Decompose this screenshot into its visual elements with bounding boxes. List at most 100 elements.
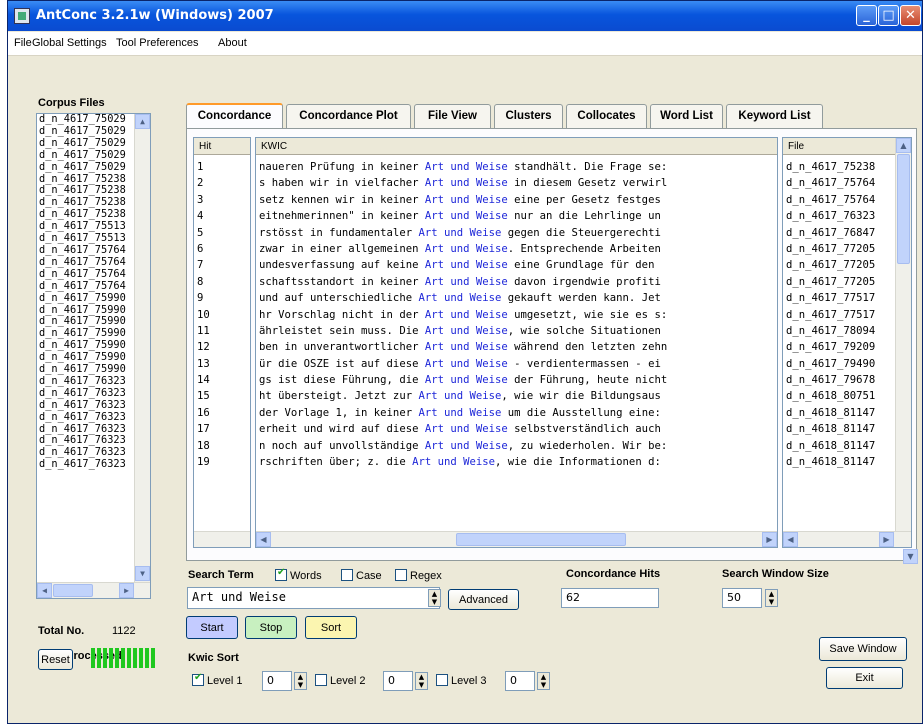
level2-checkbox[interactable] bbox=[315, 674, 327, 686]
table-scroll-up-icon[interactable]: ▲ bbox=[896, 138, 911, 153]
kwic-keyword[interactable]: Art und Weise bbox=[425, 341, 508, 353]
file-cell[interactable]: d_n_4617_79209 bbox=[783, 339, 911, 355]
kwic-line[interactable]: erheit und wird auf diese Art und Weise … bbox=[256, 421, 777, 437]
file-cell[interactable]: d_n_4618_81147 bbox=[783, 438, 911, 454]
level2-spinner[interactable]: ▲ ▼ bbox=[415, 672, 428, 690]
advanced-button[interactable]: Advanced bbox=[448, 589, 519, 610]
kwic-line[interactable]: schaftsstandort in keiner Art und Weise … bbox=[256, 274, 777, 290]
corpus-vertical-scrollbar[interactable]: ▲ ▼ bbox=[134, 114, 150, 582]
words-checkbox[interactable] bbox=[275, 567, 287, 581]
search-term-input[interactable]: Art und Weise bbox=[187, 587, 440, 609]
kwic-keyword[interactable]: Art und Weise bbox=[425, 161, 508, 173]
sort-button[interactable]: Sort bbox=[305, 616, 357, 639]
tab-concordance-plot[interactable]: Concordance Plot bbox=[286, 104, 411, 128]
kwic-line[interactable]: undesverfassung auf keine Art und Weise … bbox=[256, 257, 777, 273]
kwic-line[interactable]: ür die OSZE ist auf diese Art und Weise … bbox=[256, 356, 777, 372]
kwic-line[interactable]: hr Vorschlag nicht in der Art und Weise … bbox=[256, 307, 777, 323]
kwic-line[interactable]: der Vorlage 1, in keiner Art und Weise u… bbox=[256, 405, 777, 421]
table-scroll-thumb[interactable] bbox=[897, 154, 910, 264]
kwic-line[interactable]: setz kennen wir in keiner Art und Weise … bbox=[256, 192, 777, 208]
reset-button[interactable]: Reset bbox=[38, 649, 73, 670]
kwic-keyword[interactable]: Art und Weise bbox=[425, 325, 508, 337]
search-window-size-input[interactable]: 50 bbox=[722, 588, 762, 608]
maximize-button[interactable]: □ bbox=[878, 5, 899, 26]
kwic-keyword[interactable]: Art und Weise bbox=[418, 390, 501, 402]
level1-checkbox[interactable] bbox=[192, 672, 204, 686]
level1-spinner[interactable]: ▲ ▼ bbox=[294, 672, 307, 690]
kwic-keyword[interactable]: Art und Weise bbox=[425, 440, 508, 452]
file-cell[interactable]: d_n_4617_79678 bbox=[783, 372, 911, 388]
scroll-up-icon[interactable]: ▲ bbox=[135, 114, 150, 129]
stop-button[interactable]: Stop bbox=[245, 616, 297, 639]
scroll-down-icon[interactable]: ▼ bbox=[135, 566, 150, 581]
kwic-keyword[interactable]: Art und Weise bbox=[425, 309, 508, 321]
file-cell[interactable]: d_n_4617_79490 bbox=[783, 356, 911, 372]
file-cell[interactable]: d_n_4617_77205 bbox=[783, 257, 911, 273]
level1-option[interactable]: Level 1 bbox=[192, 672, 242, 687]
kwic-line[interactable]: ht übersteigt. Jetzt zur Art und Weise, … bbox=[256, 388, 777, 404]
kwic-keyword[interactable]: Art und Weise bbox=[412, 456, 495, 468]
kwic-keyword[interactable]: Art und Weise bbox=[425, 259, 508, 271]
exit-button[interactable]: Exit bbox=[826, 667, 903, 689]
level2-value[interactable]: 0 bbox=[383, 671, 413, 691]
tab-clusters[interactable]: Clusters bbox=[494, 104, 563, 128]
kwic-keyword[interactable]: Art und Weise bbox=[418, 407, 501, 419]
scroll-left-icon[interactable]: ◀ bbox=[37, 583, 52, 598]
table-vertical-scrollbar[interactable]: ▲ bbox=[895, 138, 911, 531]
kwic-keyword[interactable]: Art und Weise bbox=[425, 423, 508, 435]
kwic-scroll-thumb[interactable] bbox=[456, 533, 626, 546]
kwic-line[interactable]: und auf unterschiedliche Art und Weise g… bbox=[256, 290, 777, 306]
kwic-line[interactable]: rstösst in fundamentaler Art und Weise g… bbox=[256, 225, 777, 241]
regex-option[interactable]: Regex bbox=[395, 569, 442, 582]
search-history-spinner[interactable]: ▲ ▼ bbox=[428, 589, 441, 607]
kwic-keyword[interactable]: Art und Weise bbox=[425, 276, 508, 288]
case-checkbox[interactable] bbox=[341, 569, 353, 581]
kwic-line[interactable]: n noch auf unvollständige Art und Weise,… bbox=[256, 438, 777, 454]
save-window-button[interactable]: Save Window bbox=[819, 637, 907, 661]
tab-file-view[interactable]: File View bbox=[414, 104, 491, 128]
kwic-line[interactable]: eitnehmerinnen" in keiner Art und Weise … bbox=[256, 208, 777, 224]
level1-value[interactable]: 0 bbox=[262, 671, 292, 691]
corpus-scroll-thumb[interactable] bbox=[53, 584, 93, 597]
menu-tool-preferences[interactable]: Tool Preferences bbox=[116, 37, 199, 49]
file-cell[interactable]: d_n_4617_77517 bbox=[783, 290, 911, 306]
tab-concordance[interactable]: Concordance bbox=[186, 103, 283, 129]
kwic-line[interactable]: gs ist diese Führung, die Art und Weise … bbox=[256, 372, 777, 388]
start-button[interactable]: Start bbox=[186, 616, 238, 639]
scroll-right-icon[interactable]: ▶ bbox=[119, 583, 134, 598]
window-size-spinner[interactable]: ▲ ▼ bbox=[765, 589, 778, 607]
tab-keyword-list[interactable]: Keyword List bbox=[726, 104, 823, 128]
file-cell[interactable]: d_n_4617_77205 bbox=[783, 274, 911, 290]
file-cell[interactable]: d_n_4618_81147 bbox=[783, 405, 911, 421]
file-scroll-right-icon[interactable]: ▶ bbox=[879, 532, 894, 547]
words-option[interactable]: Words bbox=[275, 567, 322, 582]
file-horizontal-scrollbar[interactable]: ◀ ▶ bbox=[783, 531, 911, 547]
tab-word-list[interactable]: Word List bbox=[650, 104, 723, 128]
corpus-file-list[interactable]: d_n_4617_75029 d_n_4617_75029 d_n_4617_750… bbox=[36, 113, 151, 599]
file-column[interactable]: File d_n_4617_75238 d_n_4617_75764 d_n_461… bbox=[782, 137, 912, 548]
kwic-keyword[interactable]: Art und Weise bbox=[425, 243, 508, 255]
kwic-line[interactable]: ährleistet sein muss. Die Art und Weise,… bbox=[256, 323, 777, 339]
kwic-scroll-right-icon[interactable]: ▶ bbox=[762, 532, 777, 547]
kwic-line[interactable]: ben in unverantwortlicher Art und Weise … bbox=[256, 339, 777, 355]
level3-spinner[interactable]: ▲ ▼ bbox=[537, 672, 550, 690]
kwic-keyword[interactable]: Art und Weise bbox=[425, 374, 508, 386]
table-scroll-down-icon[interactable]: ▼ bbox=[903, 549, 918, 564]
kwic-keyword[interactable]: Art und Weise bbox=[425, 358, 508, 370]
file-cell[interactable]: d_n_4617_77517 bbox=[783, 307, 911, 323]
hit-column[interactable]: Hit 1 2 3 4 5 6 7 8 9 10 11 12 13 14 15 16 17 18 19 bbox=[193, 137, 251, 548]
case-option[interactable]: Case bbox=[341, 569, 382, 582]
level3-value[interactable]: 0 bbox=[505, 671, 535, 691]
kwic-keyword[interactable]: Art und Weise bbox=[425, 177, 508, 189]
kwic-keyword[interactable]: Art und Weise bbox=[425, 210, 508, 222]
file-cell[interactable]: d_n_4618_81147 bbox=[783, 454, 911, 470]
level2-option[interactable]: Level 2 bbox=[315, 674, 365, 687]
menu-file[interactable]: File bbox=[14, 37, 32, 49]
kwic-line[interactable]: naueren Prüfung in keiner Art und Weise … bbox=[256, 159, 777, 175]
file-cell[interactable]: d_n_4617_75238 bbox=[783, 159, 911, 175]
file-cell[interactable]: d_n_4617_75764 bbox=[783, 175, 911, 191]
kwic-line[interactable]: s haben wir in vielfacher Art und Weise … bbox=[256, 175, 777, 191]
regex-checkbox[interactable] bbox=[395, 569, 407, 581]
close-button[interactable]: ✕ bbox=[900, 5, 921, 26]
file-cell[interactable]: d_n_4617_77205 bbox=[783, 241, 911, 257]
